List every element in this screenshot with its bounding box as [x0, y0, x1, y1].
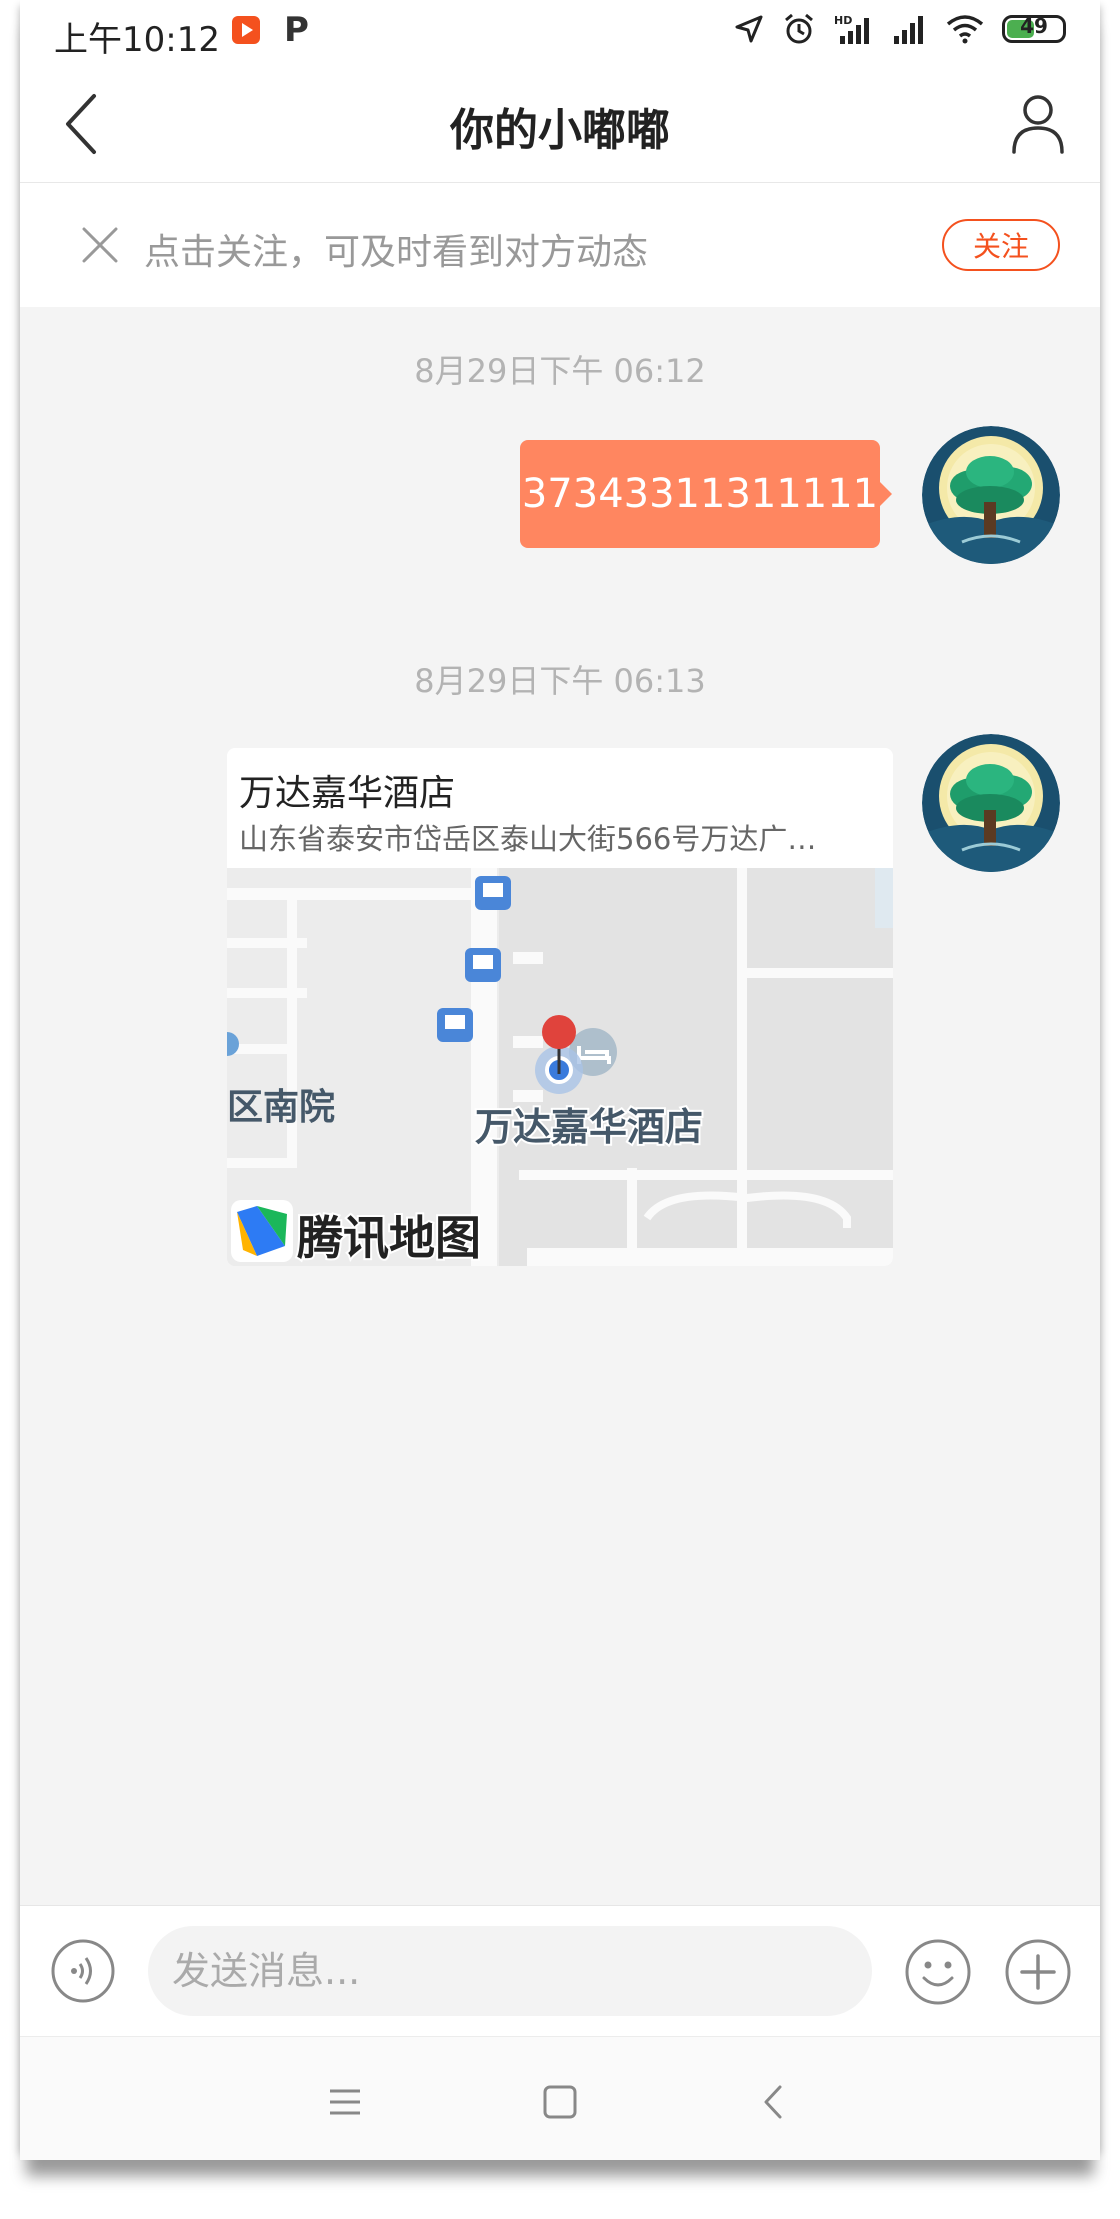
person-icon[interactable] [1006, 88, 1070, 158]
message-timestamp: 8月29日下午 06:13 [414, 662, 706, 700]
tree-avatar-image [922, 426, 1060, 564]
svg-text:HD: HD [834, 14, 852, 27]
bus-stop-icon [475, 876, 511, 910]
voice-icon[interactable] [50, 1938, 116, 2004]
location-arrow-icon [735, 15, 763, 43]
avatar[interactable] [922, 734, 1060, 872]
map-district-label: 区南院 [227, 1087, 336, 1128]
back-icon[interactable] [750, 2077, 800, 2127]
tree-avatar-image [922, 734, 1060, 872]
video-app-icon [232, 16, 260, 44]
page-title: 你的小嘟嘟 [450, 105, 670, 156]
status-time: 上午10:12 [54, 20, 220, 60]
chat-header: 你的小嘟嘟 [20, 66, 1100, 183]
follow-prompt-text: 点击关注，可及时看到对方动态 [144, 232, 649, 273]
menu-icon[interactable] [320, 2077, 370, 2127]
phone-screen: 上午10:12 P HD 49 你的小嘟嘟 点击关注，可及时看到对方动态 关注 … [20, 0, 1100, 2160]
bus-stop-icon [465, 948, 501, 982]
hd-signal-icon: HD [834, 14, 869, 44]
system-nav-bar [20, 2036, 1100, 2160]
battery-level: 49 [1020, 14, 1048, 38]
location-message-card[interactable]: 万达嘉华酒店 山东省泰安市岱岳区泰山大街566号万达广… 万达嘉华酒店 区南院 … [227, 748, 893, 1266]
message-input-bar [20, 1905, 1100, 2036]
home-icon[interactable] [535, 2077, 585, 2127]
wifi-icon [946, 15, 984, 44]
follow-banner: 点击关注，可及时看到对方动态 关注 [20, 183, 1100, 307]
message-timestamp: 8月29日下午 06:12 [414, 352, 706, 390]
plus-icon[interactable] [1004, 1938, 1072, 2006]
alarm-icon [785, 13, 813, 44]
status-bar: 上午10:12 P HD 49 [20, 0, 1100, 66]
map-preview[interactable]: 万达嘉华酒店 区南院 腾讯地图 [227, 868, 893, 1266]
p-app-icon: P [284, 10, 309, 50]
battery-icon: 49 [1002, 14, 1066, 43]
emoji-icon[interactable] [904, 1938, 972, 2006]
follow-button[interactable]: 关注 [942, 219, 1060, 271]
text-message-bubble[interactable]: 37343311311111 [520, 440, 892, 548]
signal-icon [894, 16, 923, 44]
bus-stop-icon [437, 1008, 473, 1042]
location-name: 万达嘉华酒店 [239, 773, 456, 814]
avatar[interactable] [922, 426, 1060, 564]
message-input[interactable] [148, 1926, 872, 2016]
map-brand-label: 腾讯地图 [295, 1209, 483, 1266]
map-place-label: 万达嘉华酒店 [473, 1103, 705, 1151]
close-icon[interactable] [80, 225, 120, 265]
location-address: 山东省泰安市岱岳区泰山大街566号万达广… [239, 822, 817, 856]
